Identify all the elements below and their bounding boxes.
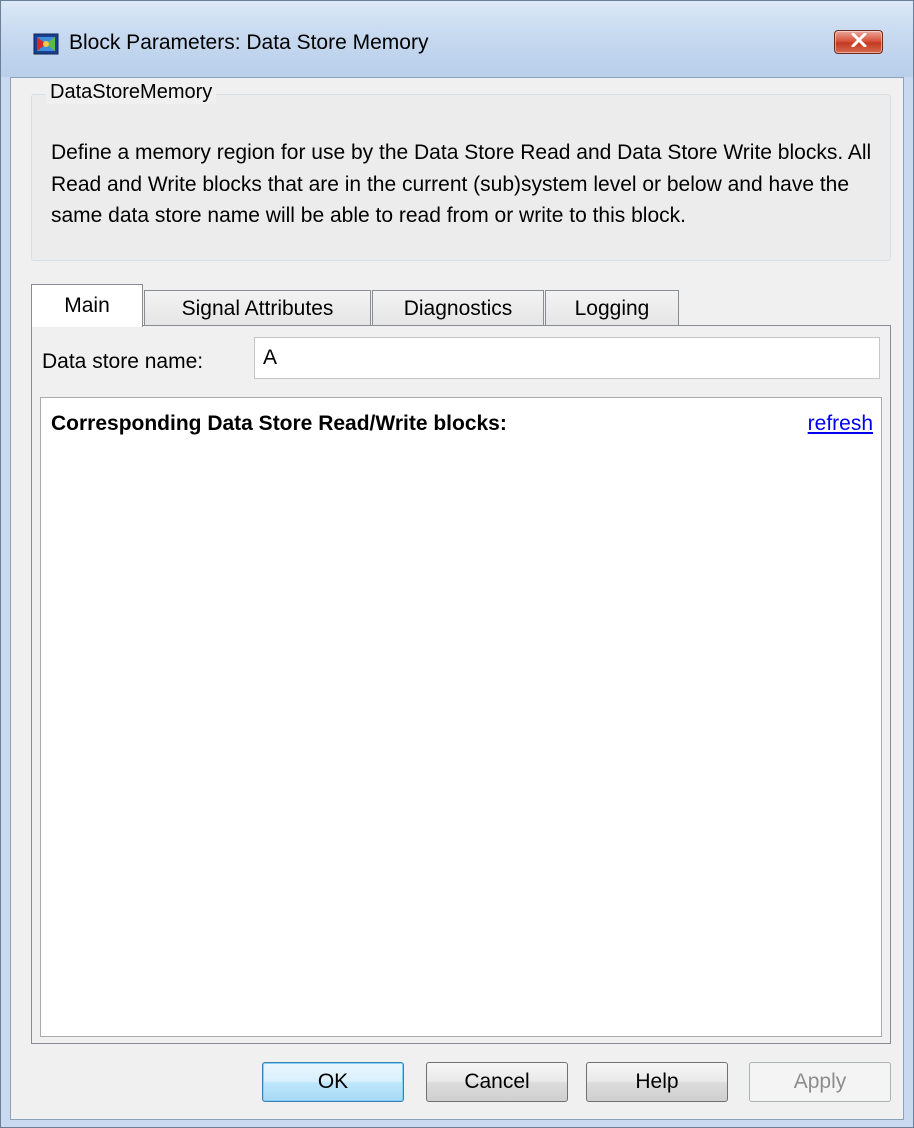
data-store-name-input[interactable] (254, 337, 880, 379)
dialog-client-area: DataStoreMemory Define a memory region f… (10, 77, 904, 1120)
cancel-button[interactable]: Cancel (426, 1062, 568, 1102)
corresponding-blocks-heading: Corresponding Data Store Read/Write bloc… (51, 412, 507, 435)
close-button[interactable] (834, 30, 883, 54)
apply-button[interactable]: Apply (749, 1062, 891, 1102)
tab-main-label: Main (64, 294, 110, 317)
tab-main[interactable]: Main (31, 284, 143, 327)
ok-button[interactable]: OK (262, 1062, 404, 1102)
help-button[interactable]: Help (586, 1062, 728, 1102)
tab-signal-attributes[interactable]: Signal Attributes (144, 290, 371, 326)
window-title: Block Parameters: Data Store Memory (69, 31, 429, 54)
dialog-window: Block Parameters: Data Store Memory Data… (0, 0, 914, 1128)
close-x-icon (850, 32, 868, 52)
corresponding-blocks-panel: Corresponding Data Store Read/Write bloc… (40, 397, 882, 1037)
description-groupbox: DataStoreMemory Define a memory region f… (31, 81, 891, 261)
tab-diagnostics[interactable]: Diagnostics (372, 290, 544, 326)
tab-diagnostics-label: Diagnostics (403, 296, 513, 320)
refresh-link[interactable]: refresh (808, 412, 873, 436)
tab-logging[interactable]: Logging (545, 290, 679, 326)
tab-logging-label: Logging (574, 296, 650, 320)
data-store-name-label: Data store name: (42, 350, 204, 373)
groupbox-title: DataStoreMemory (46, 81, 217, 104)
tab-panel-main: Data store name: Corresponding Data Stor… (31, 325, 891, 1044)
tab-signal-attributes-label: Signal Attributes (181, 296, 334, 320)
title-bar[interactable]: Block Parameters: Data Store Memory (1, 1, 913, 77)
simulink-block-icon (33, 31, 59, 57)
block-description: Define a memory region for use by the Da… (51, 141, 872, 227)
